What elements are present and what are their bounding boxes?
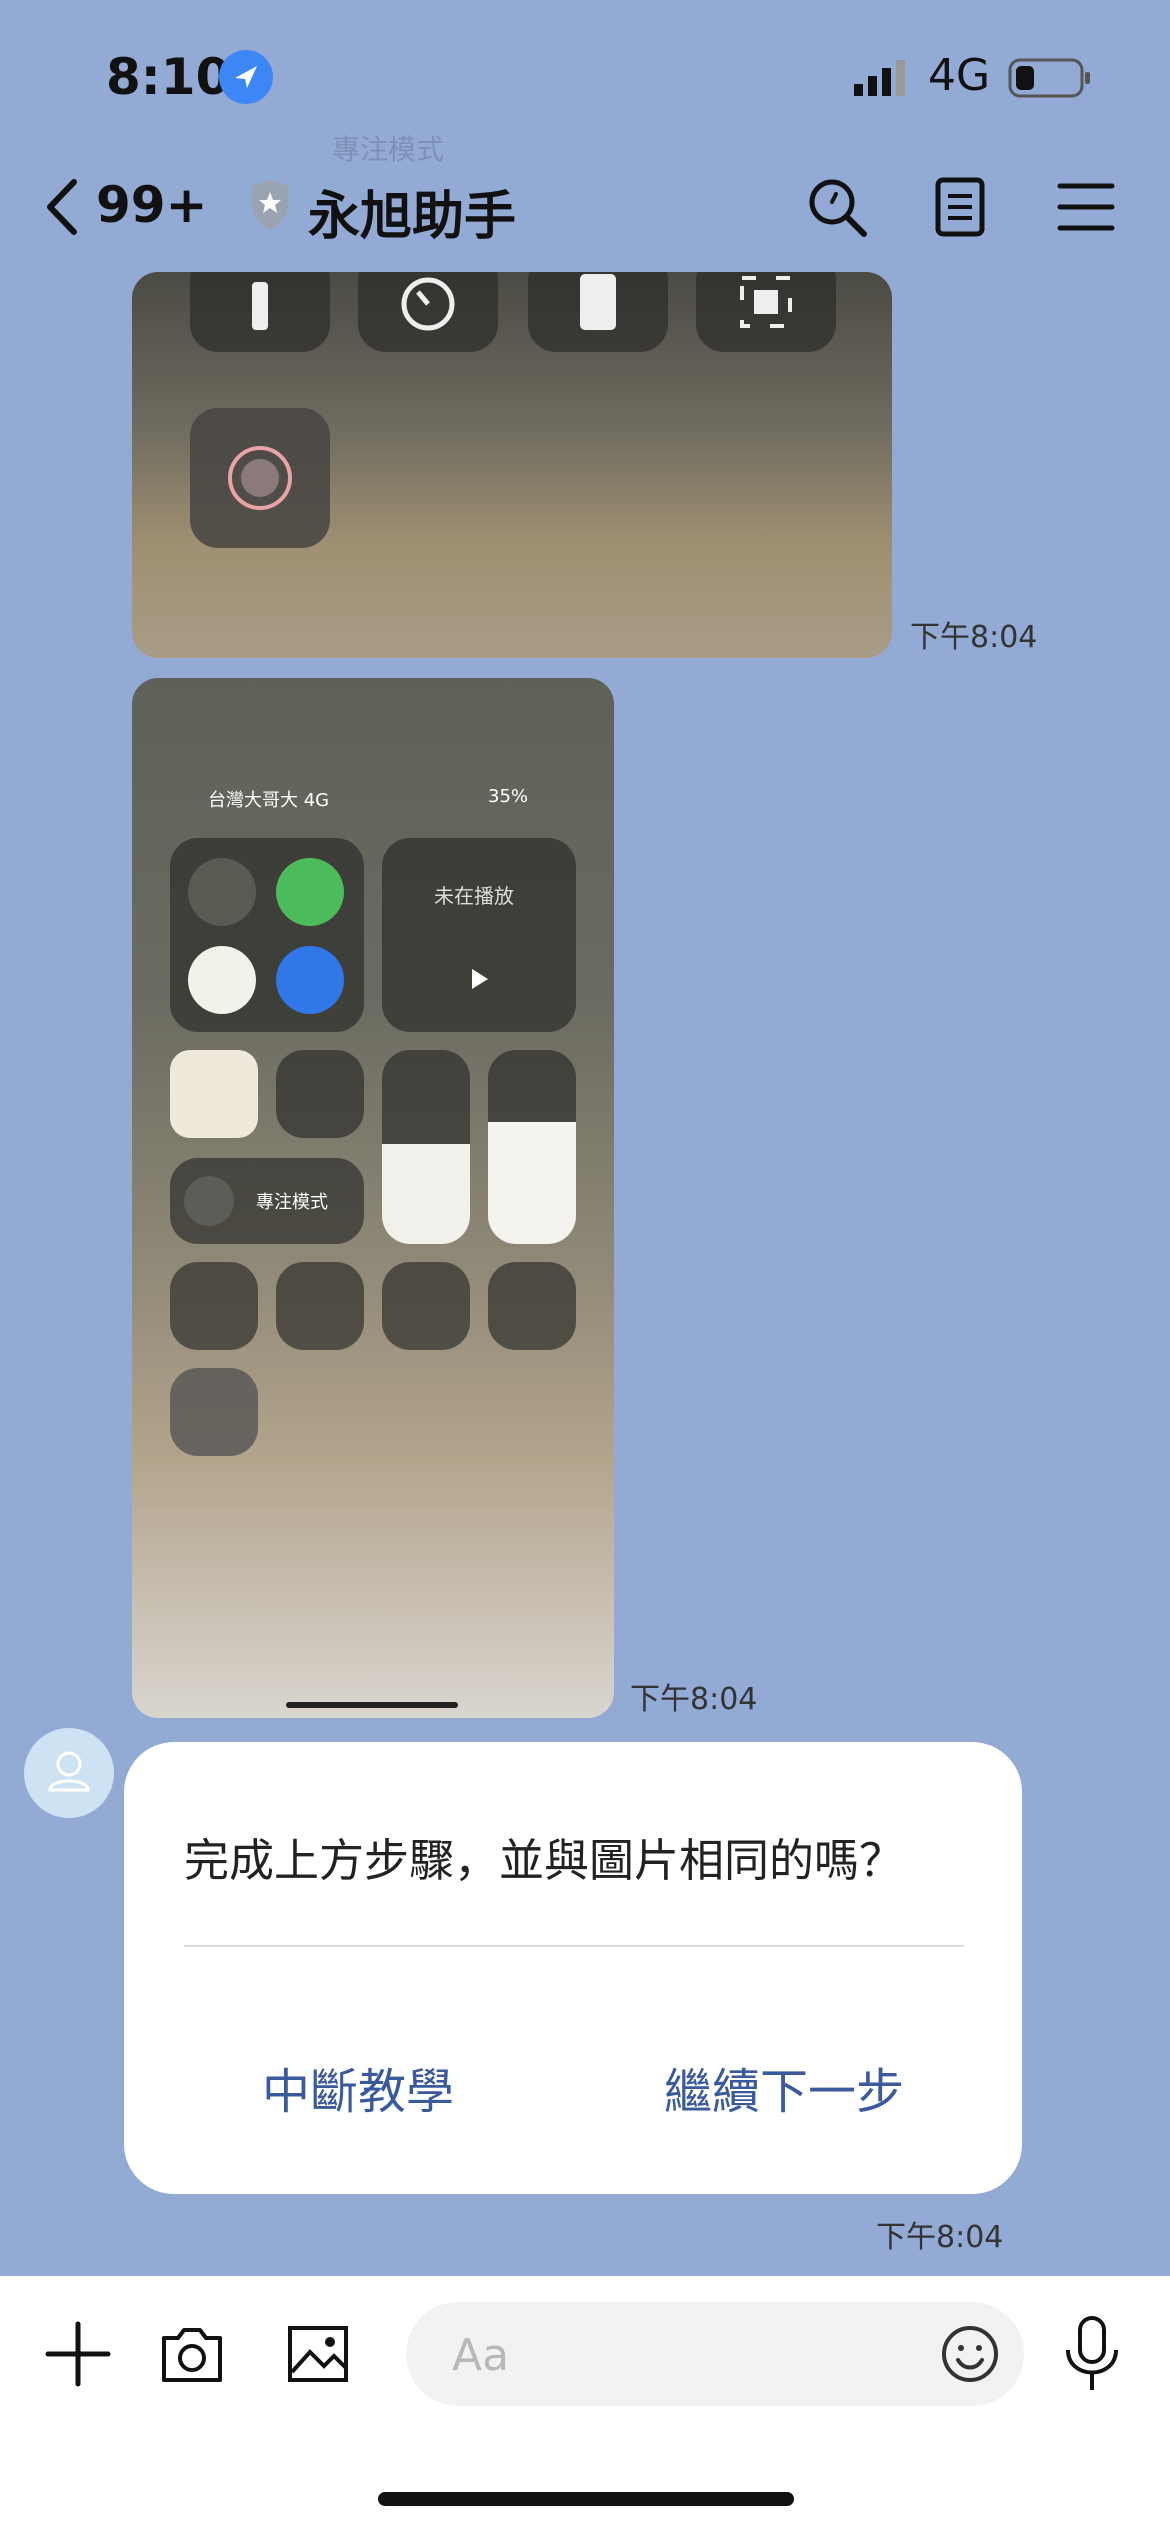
bluetooth-icon [276,946,344,1014]
message-time: 下午8:04 [910,620,1038,655]
message-time: 下午8:04 [630,1682,758,1717]
screen-record-icon [190,408,330,548]
screenshot-carrier: 台灣大哥大 4G [208,790,330,811]
home-indicator [378,2492,794,2506]
card-divider [184,1945,964,1947]
microphone-icon[interactable] [1056,2314,1128,2394]
screenshot-battery: 35% [488,786,529,807]
screen-mirror-icon [276,1050,364,1138]
volume-slider [488,1050,576,1244]
focus-mode-tile: 專注模式 [170,1158,364,1244]
connectivity-tile [170,838,364,1032]
camera-icon[interactable] [158,2320,226,2388]
rotation-lock-icon [170,1050,258,1138]
emoji-icon[interactable] [938,2322,1002,2386]
stop-tutorial-button[interactable]: 中斷教學 [262,2052,454,2122]
card-question: 完成上方步驟，並與圖片相同的嗎？ [184,1834,905,1887]
qr-scanner-icon [488,1262,576,1350]
now-playing-tile: 未在播放 [382,838,576,1032]
airplane-icon [188,858,256,926]
gallery-icon[interactable] [284,2320,352,2388]
message-time: 下午8:04 [876,2220,1004,2255]
focus-mode-label: 專注模式 [256,1192,328,1213]
menu-icon[interactable] [1054,174,1120,240]
search-icon[interactable] [804,174,870,240]
calculator-icon [528,272,668,352]
message-placeholder: Aa [452,2330,510,2381]
status-time: 8:10 [106,48,231,106]
location-arrow-icon [219,50,273,104]
brightness-slider [382,1050,470,1244]
chat-image-1[interactable] [132,272,892,658]
screen-record-icon [170,1368,258,1456]
back-arrow-icon[interactable] [38,172,88,242]
moon-icon [184,1176,234,1226]
flashlight-icon [190,272,330,352]
network-type: 4G [928,50,991,101]
screenshot-home-indicator [286,1702,458,1708]
timer-icon [358,272,498,352]
confirm-card: 完成上方步驟，並與圖片相同的嗎？ 中斷教學 繼續下一步 [124,1742,1022,2194]
battery-icon [1008,56,1094,100]
chat-title: 永旭助手 [308,187,517,247]
message-input[interactable]: Aa [406,2302,1024,2406]
chat-image-2[interactable]: 台灣大哥大 4G 35% 未在播放 專注模式 [132,678,614,1718]
signal-icon [854,58,914,98]
next-step-button[interactable]: 繼續下一步 [664,2052,904,2122]
flashlight-icon [170,1262,258,1350]
shield-icon [248,178,292,232]
cellular-icon [276,858,344,926]
unread-count[interactable]: 99+ [96,176,207,234]
wifi-icon [188,946,256,1014]
notes-icon[interactable] [928,174,994,240]
faded-focus-label: 專注模式 [332,133,445,166]
qr-scanner-icon [696,272,836,352]
bot-avatar[interactable] [24,1728,114,1818]
now-playing-label: 未在播放 [434,884,514,908]
calculator-icon [382,1262,470,1350]
plus-icon[interactable] [44,2320,112,2388]
play-icon [466,966,492,996]
timer-icon [276,1262,364,1350]
